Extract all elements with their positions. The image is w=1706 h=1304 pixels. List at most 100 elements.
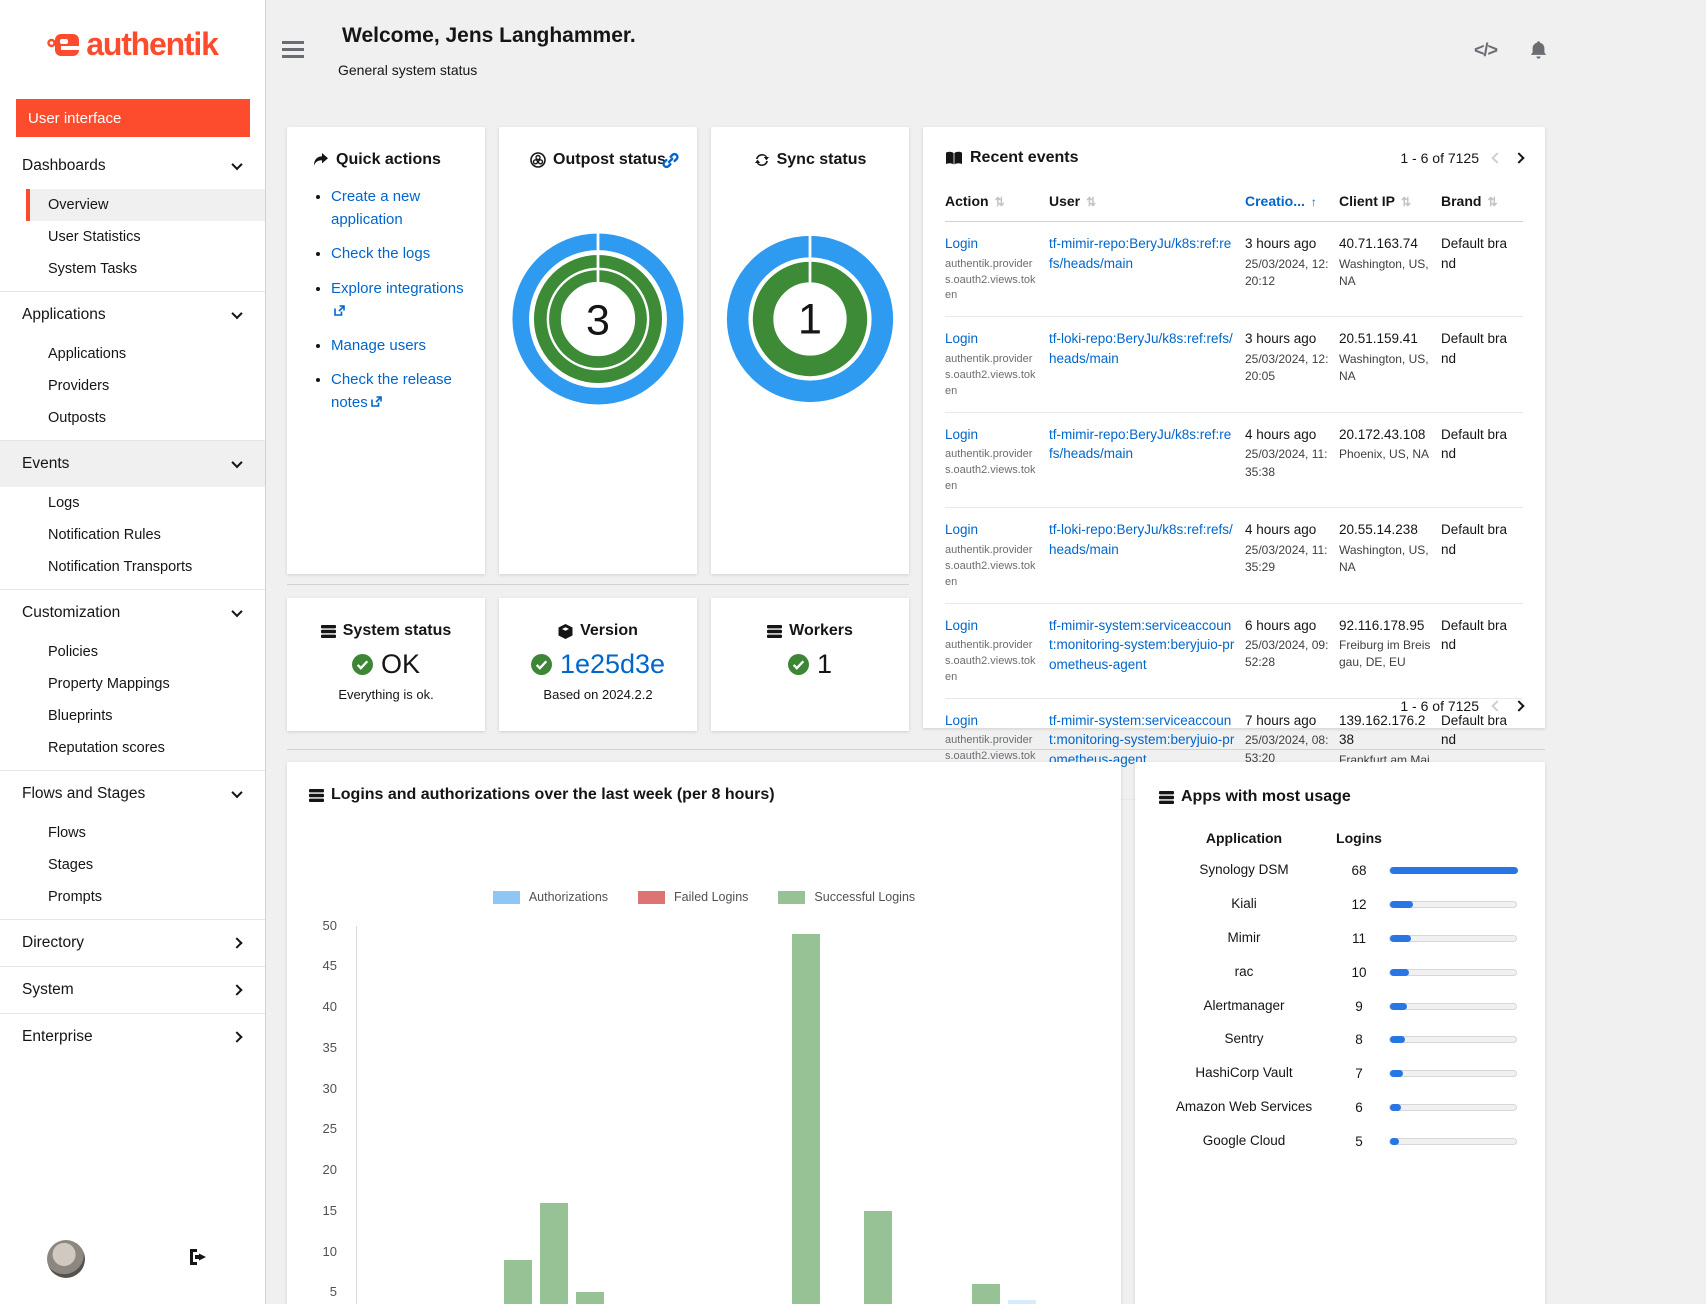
event-user-link[interactable]: tf-loki-repo:BeryJu/k8s:ref:refs/heads/m…	[1049, 522, 1233, 557]
legend-label: Successful Logins	[814, 890, 915, 904]
sidebar-item-notification-rules[interactable]: Notification Rules	[0, 519, 265, 551]
y-axis-tick: 10	[291, 1244, 337, 1259]
pagination-next-icon[interactable]	[1513, 152, 1524, 163]
sidebar-section-label: Applications	[22, 306, 106, 324]
event-action-link[interactable]: Login	[945, 234, 1039, 254]
event-user-link[interactable]: tf-mimir-repo:BeryJu/k8s:ref:refs/heads/…	[1049, 427, 1231, 462]
sidebar-item-system-tasks[interactable]: System Tasks	[0, 253, 265, 285]
sidebar-item-property-mappings[interactable]: Property Mappings	[0, 668, 265, 700]
sidebar-item-stages[interactable]: Stages	[0, 849, 265, 881]
sidebar-section-head-events[interactable]: Events	[0, 441, 265, 487]
sort-icon: ⇅	[1487, 195, 1497, 209]
event-brand-cell: Default brand	[1441, 425, 1523, 495]
sidebar-section-head-system[interactable]: System	[0, 967, 265, 1013]
sync-donut-chart: 1	[711, 231, 909, 407]
quick-action-link-explore-integrations[interactable]: Explore integrations	[331, 280, 464, 297]
sidebar-section-label: Events	[22, 455, 69, 473]
event-row: Loginauthentik.providers.oauth2.views.to…	[945, 317, 1523, 412]
pagination-prev-icon[interactable]	[1491, 700, 1502, 711]
events-book-icon	[945, 151, 963, 166]
app-usage-bar-fill	[1390, 1138, 1399, 1145]
outpost-count: 3	[586, 297, 610, 345]
event-action-link[interactable]: Login	[945, 329, 1039, 349]
event-user-link[interactable]: tf-mimir-repo:BeryJu/k8s:ref:refs/heads/…	[1049, 236, 1231, 271]
version-value-link[interactable]: 1e25d3e	[560, 649, 665, 680]
recent-events-title: Recent events	[970, 149, 1079, 167]
app-login-count: 11	[1329, 931, 1389, 946]
sidebar-section-head-directory[interactable]: Directory	[0, 920, 265, 966]
event-time-ago: 7 hours ago	[1245, 711, 1329, 731]
event-user-link[interactable]: tf-loki-repo:BeryJu/k8s:ref:refs/heads/m…	[1049, 331, 1233, 366]
legend-label: Authorizations	[529, 890, 608, 904]
quick-action-link-manage-users[interactable]: Manage users	[331, 337, 426, 354]
app-usage-bar	[1389, 1104, 1517, 1111]
sidebar-section-head-customization[interactable]: Customization	[0, 590, 265, 636]
sidebar-item-user-statistics[interactable]: User Statistics	[0, 221, 265, 253]
sidebar-item-prompts[interactable]: Prompts	[0, 881, 265, 913]
sidebar-section-label: Flows and Stages	[22, 785, 145, 803]
chevron-down-icon	[231, 308, 242, 319]
api-browser-icon[interactable]: </>	[1474, 40, 1497, 61]
sidebar-toggle-icon[interactable]	[282, 41, 304, 62]
server-icon	[1159, 791, 1174, 804]
column-label: Client IP	[1339, 193, 1395, 209]
sidebar-item-outposts[interactable]: Outposts	[0, 402, 265, 434]
event-action-link[interactable]: Login	[945, 520, 1039, 540]
pagination-prev-icon[interactable]	[1491, 152, 1502, 163]
sidebar-item-policies[interactable]: Policies	[0, 636, 265, 668]
sidebar-item-applications[interactable]: Applications	[0, 338, 265, 370]
user-avatar[interactable]	[47, 1240, 85, 1278]
events-sort-header-client-ip[interactable]: Client IP⇅	[1339, 193, 1441, 209]
quick-action-link-create-a-new-application[interactable]: Create a new application	[331, 188, 420, 228]
sync-count: 1	[798, 296, 822, 344]
sidebar-section-flows-and-stages: Flows and Stages FlowsStagesPrompts	[0, 770, 265, 919]
sidebar-item-overview[interactable]: Overview	[26, 189, 265, 221]
sidebar-section-applications: ApplicationsApplicationsProvidersOutpost…	[0, 291, 265, 440]
logout-icon[interactable]	[188, 1248, 208, 1266]
sidebar-section-head-enterprise[interactable]: Enterprise	[0, 1014, 265, 1060]
event-action-link[interactable]: Login	[945, 711, 1039, 731]
version-subtitle: Based on 2024.2.2	[499, 687, 697, 702]
sidebar-item-blueprints[interactable]: Blueprints	[0, 700, 265, 732]
app-name: Sentry	[1159, 1030, 1329, 1049]
app-login-count: 10	[1329, 965, 1389, 980]
app-usage-bar-fill	[1390, 1003, 1407, 1010]
notifications-bell-icon[interactable]	[1529, 40, 1548, 65]
app-usage-bar	[1389, 867, 1517, 874]
app-usage-row: Kiali12	[1159, 895, 1521, 914]
sidebar-item-notification-transports[interactable]: Notification Transports	[0, 551, 265, 583]
event-creation-cell: 4 hours ago25/03/2024, 11:35:29	[1245, 520, 1339, 590]
section-divider	[287, 749, 1545, 750]
quick-actions-title: Quick actions	[336, 151, 441, 169]
events-sort-header-brand[interactable]: Brand⇅	[1441, 193, 1523, 209]
sidebar-section-label: Dashboards	[22, 157, 106, 175]
events-sort-header-user[interactable]: User⇅	[1049, 193, 1245, 209]
sidebar-item-flows[interactable]: Flows	[0, 817, 265, 849]
sidebar-section-head-flows-and-stages[interactable]: Flows and Stages	[0, 771, 265, 817]
sidebar-section-head-dashboards[interactable]: Dashboards	[0, 143, 265, 189]
app-login-count: 9	[1329, 999, 1389, 1014]
sidebar-item-reputation-scores[interactable]: Reputation scores	[0, 732, 265, 764]
quick-action-link-check-the-release-notes[interactable]: Check the release notes	[331, 371, 452, 411]
event-user-link[interactable]: tf-mimir-system:serviceaccount:monitorin…	[1049, 618, 1234, 672]
events-sort-header-creatio[interactable]: Creatio...↑	[1245, 193, 1339, 209]
outpost-link-icon[interactable]	[662, 152, 679, 174]
event-user-link[interactable]: tf-mimir-system:serviceaccount:monitorin…	[1049, 713, 1234, 767]
event-action-link[interactable]: Login	[945, 425, 1039, 445]
event-action-link[interactable]: Login	[945, 616, 1039, 636]
sidebar-section-label: Customization	[22, 604, 120, 622]
event-brand-cell: Default brand	[1441, 520, 1523, 590]
quick-action-link-check-the-logs[interactable]: Check the logs	[331, 245, 430, 262]
y-axis-tick: 45	[291, 958, 337, 973]
events-pagination-top: 1 - 6 of 7125	[1400, 150, 1523, 166]
app-usage-bar	[1389, 901, 1517, 908]
user-interface-button[interactable]: User interface	[16, 99, 250, 137]
event-action-context: authentik.providers.oauth2.views.token	[945, 543, 1039, 591]
sidebar-item-providers[interactable]: Providers	[0, 370, 265, 402]
events-sort-header-action[interactable]: Action⇅	[945, 193, 1049, 209]
sidebar-item-logs[interactable]: Logs	[0, 487, 265, 519]
event-ip-cell: 20.55.14.238Washington, US, NA	[1339, 520, 1441, 590]
sidebar-section-head-applications[interactable]: Applications	[0, 292, 265, 338]
event-ip-cell: 92.116.178.95Freiburg im Breisgau, DE, E…	[1339, 616, 1441, 686]
pagination-next-icon[interactable]	[1513, 700, 1524, 711]
